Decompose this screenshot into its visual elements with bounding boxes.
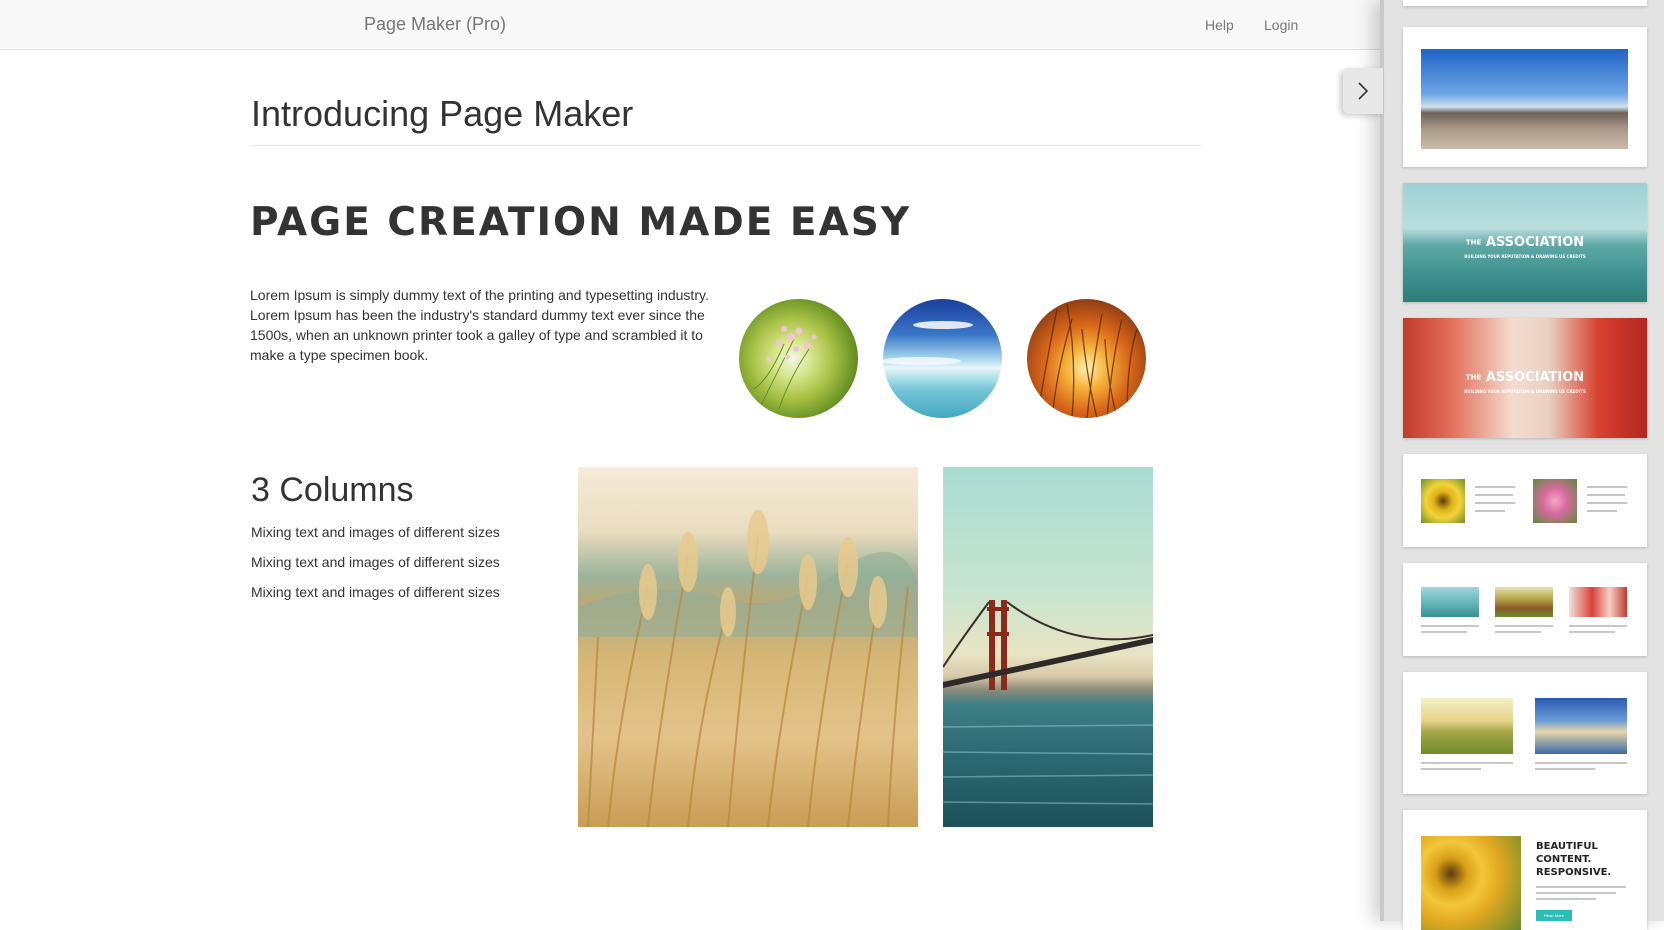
template-thumb-3[interactable]: THE ASSOCIATION BUILDING YOUR REPUTATION…	[1403, 318, 1647, 438]
thumb-5-line	[1421, 625, 1479, 627]
thumb-5-line	[1569, 631, 1615, 633]
bridge-image	[943, 467, 1153, 827]
hero-heading: PAGE CREATION MADE EASY	[250, 200, 912, 245]
thumb-2-prefix: THE	[1465, 238, 1482, 247]
thumb-4-line	[1587, 510, 1617, 512]
flower-art	[753, 326, 817, 410]
thumb-7-headline-2: CONTENT.	[1536, 854, 1592, 865]
thumb-4-line	[1475, 502, 1515, 504]
sky-art	[883, 321, 973, 365]
thumb-2-title-text: ASSOCIATION	[1485, 235, 1585, 250]
template-thumb-2[interactable]: THE ASSOCIATION BUILDING YOUR REPUTATION…	[1403, 183, 1647, 302]
columns-heading: 3 Columns	[251, 471, 414, 509]
thumb-7-headline: BEAUTIFUL CONTENT. RESPONSIVE.	[1536, 840, 1636, 879]
thumb-6-coast	[1535, 698, 1627, 754]
template-thumb-6[interactable]	[1403, 672, 1647, 794]
template-thumb-partial[interactable]	[1403, 0, 1647, 6]
thumb-3-prefix: THE	[1465, 373, 1482, 382]
thumb-5-line	[1495, 625, 1553, 627]
thumb-7-headline-1: BEAUTIFUL	[1536, 841, 1598, 852]
thumb-7-line	[1536, 892, 1616, 894]
template-thumb-7[interactable]: BEAUTIFUL CONTENT. RESPONSIVE. Read More	[1403, 810, 1647, 930]
thumb-4-line	[1587, 502, 1627, 504]
thumb-6-sunrise	[1421, 698, 1513, 754]
thumb-1-image	[1421, 49, 1628, 149]
help-link[interactable]: Help	[1205, 17, 1234, 33]
thumb-7-headline-3: RESPONSIVE.	[1536, 867, 1612, 878]
flower-circle-image	[739, 299, 858, 418]
thumb-5-line	[1569, 625, 1627, 627]
thumb-5-sea	[1421, 587, 1479, 617]
title-divider	[251, 145, 1201, 146]
thumb-5-line	[1495, 631, 1541, 633]
thumb-4-line	[1587, 494, 1625, 496]
thumb-5-line	[1421, 631, 1467, 633]
thumb-7-line	[1536, 898, 1596, 900]
thumb-7-line	[1536, 886, 1626, 888]
panel-toggle-button[interactable]	[1343, 68, 1383, 114]
brand-title[interactable]: Page Maker (Pro)	[364, 14, 506, 35]
columns-line-3: Mixing text and images of different size…	[251, 584, 500, 600]
template-thumb-1[interactable]	[1403, 27, 1647, 167]
template-thumb-5[interactable]	[1403, 563, 1647, 656]
thumb-7-read-more-button: Read More	[1536, 910, 1572, 921]
columns-line-1: Mixing text and images of different size…	[251, 524, 500, 540]
thumb-5-field	[1495, 587, 1553, 617]
thumb-2-subtitle: BUILDING YOUR REPUTATION & DRAWING US CR…	[1464, 254, 1586, 259]
thumb-4-sunflower	[1421, 479, 1465, 523]
template-thumb-4[interactable]	[1403, 454, 1647, 547]
thumb-6-line	[1535, 768, 1595, 770]
thumb-7-sunflowers	[1421, 836, 1521, 930]
login-link[interactable]: Login	[1264, 17, 1298, 33]
thumb-4-line	[1475, 486, 1515, 488]
thumb-4-line	[1475, 494, 1513, 496]
thumb-6-line	[1421, 762, 1513, 764]
top-navbar: Page Maker (Pro) Help Login	[0, 0, 1380, 50]
thumb-4-line	[1475, 510, 1505, 512]
thumb-6-line	[1421, 768, 1481, 770]
intro-paragraph: Lorem Ipsum is simply dummy text of the …	[250, 287, 709, 363]
thumb-3-title-text: ASSOCIATION	[1485, 370, 1585, 385]
thumb-6-line	[1535, 762, 1627, 764]
thumb-4-line	[1587, 486, 1627, 488]
grass-art	[1036, 303, 1138, 418]
wheat-field-image	[578, 467, 918, 827]
bridge-art	[943, 600, 1153, 805]
thumb-3-subtitle: BUILDING YOUR REPUTATION & DRAWING US CR…	[1464, 389, 1586, 394]
sky-circle-image	[883, 299, 1002, 418]
chevron-right-icon	[1358, 82, 1369, 100]
sunset-grass-circle-image	[1027, 299, 1146, 418]
page-title: Introducing Page Maker	[251, 93, 634, 134]
wheat-art	[578, 510, 918, 827]
columns-line-2: Mixing text and images of different size…	[251, 554, 500, 570]
thumb-4-flowers	[1533, 479, 1577, 523]
thumb-2-title: THE ASSOCIATION	[1403, 235, 1647, 250]
thumb-5-red	[1569, 587, 1627, 617]
thumb-3-title: THE ASSOCIATION	[1403, 370, 1647, 385]
